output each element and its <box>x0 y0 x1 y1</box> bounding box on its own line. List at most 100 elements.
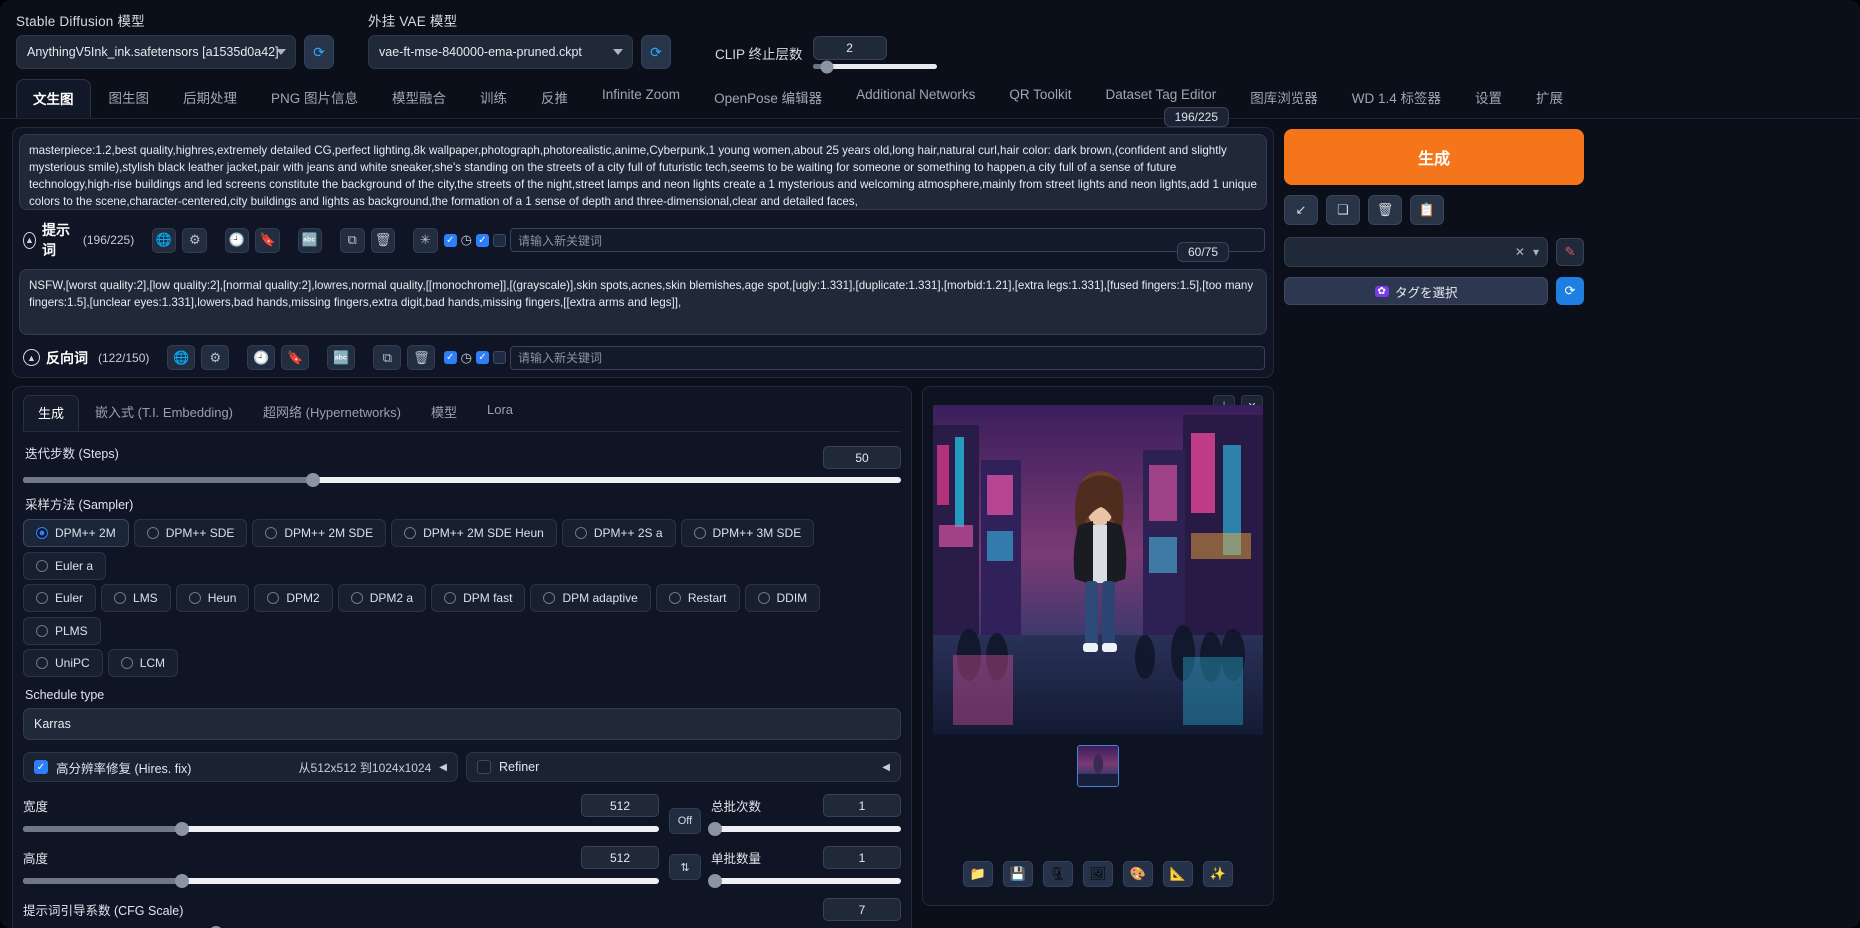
refiner-accordion[interactable]: Refiner ◀ <box>466 752 901 782</box>
hires-fix-accordion[interactable]: ✓ 高分辨率修复 (Hires. fix) 从512x512 到1024x102… <box>23 752 458 782</box>
batch-count-slider[interactable] <box>707 822 901 836</box>
sampler-unipc[interactable]: UniPC <box>23 649 103 677</box>
sampler-dpm2-a[interactable]: DPM2 a <box>337 584 427 612</box>
chevron-left-icon[interactable]: ◀ <box>439 762 447 773</box>
sampler-plms[interactable]: PLMS <box>23 617 101 645</box>
sampler-dpmpp-2s-a[interactable]: DPM++ 2S a <box>561 519 676 547</box>
subtab-embeddings[interactable]: 嵌入式 (T.I. Embedding) <box>81 395 247 431</box>
refiner-checkbox[interactable] <box>477 760 491 774</box>
copy-icon[interactable]: ⧉ <box>373 345 402 370</box>
trash-icon[interactable]: 🗑 <box>1368 195 1402 225</box>
clipboard-icon[interactable]: 📋 <box>1410 195 1444 225</box>
batch-count-value[interactable]: 1 <box>823 794 901 817</box>
tab-extras[interactable]: 后期处理 <box>167 79 253 118</box>
keyword-checkbox-1[interactable]: ✓ <box>443 233 457 247</box>
arrow-diagonal-icon[interactable]: ↙ <box>1284 195 1318 225</box>
negative-prompt-title-group[interactable]: ▲ 反向词 (122/150) <box>23 348 149 368</box>
globe-icon[interactable]: 🌐 <box>167 345 196 370</box>
tab-img2img[interactable]: 图生图 <box>93 79 166 118</box>
sampler-restart[interactable]: Restart <box>655 584 740 612</box>
square-icon[interactable]: ❑ <box>1326 195 1360 225</box>
tab-train[interactable]: 训练 <box>464 79 523 118</box>
vae-refresh-button[interactable]: ⟳ <box>641 35 671 69</box>
clear-x-icon[interactable]: ✕ <box>1515 245 1525 259</box>
copy-icon[interactable]: ⧉ <box>339 227 365 253</box>
tab-png-info[interactable]: PNG 图片信息 <box>255 79 374 118</box>
positive-keyword-input[interactable]: 请输入新关键词 <box>510 228 1265 252</box>
keyword-checkbox-3[interactable] <box>493 233 506 247</box>
negative-prompt-input[interactable] <box>19 269 1267 335</box>
batch-size-value[interactable]: 1 <box>823 846 901 869</box>
styles-select[interactable]: ✕ ▾ <box>1284 237 1548 267</box>
sampler-heun[interactable]: Heun <box>175 584 250 612</box>
width-slider[interactable] <box>23 822 659 836</box>
generate-button[interactable]: 生成 <box>1284 129 1584 185</box>
sampler-dpmpp-2m[interactable]: DPM++ 2M <box>23 519 129 547</box>
sampler-dpm-fast[interactable]: DPM fast <box>431 584 526 612</box>
sampler-euler[interactable]: Euler <box>23 584 97 612</box>
clip-skip-slider[interactable] <box>812 60 937 73</box>
tab-openpose-editor[interactable]: OpenPose 编辑器 <box>698 79 838 118</box>
history-icon[interactable]: 🕘 <box>247 345 276 370</box>
sd-model-refresh-button[interactable]: ⟳ <box>304 35 334 69</box>
steps-slider[interactable] <box>23 473 901 487</box>
tab-additional-networks[interactable]: Additional Networks <box>840 79 991 118</box>
tab-image-browser[interactable]: 图库浏览器 <box>1234 79 1334 118</box>
sampler-lms[interactable]: LMS <box>101 584 171 612</box>
sampler-dpm2[interactable]: DPM2 <box>254 584 333 612</box>
sampler-dpmpp-2m-sde[interactable]: DPM++ 2M SDE <box>252 519 387 547</box>
tab-extensions[interactable]: 扩展 <box>1520 79 1579 118</box>
keyword-checkbox-1[interactable]: ✓ <box>443 351 457 364</box>
cfg-scale-value[interactable]: 7 <box>823 898 901 921</box>
sampler-dpmpp-2m-sde-heun[interactable]: DPM++ 2M SDE Heun <box>391 519 557 547</box>
translate-icon[interactable]: 🔤 <box>327 345 356 370</box>
keyword-checkbox-2[interactable]: ✓ <box>476 233 489 247</box>
hires-fix-checkbox[interactable]: ✓ <box>34 760 48 774</box>
swap-dimensions-button[interactable]: ⇅ <box>669 854 701 880</box>
to-img2img-icon[interactable]: 🖼 <box>1083 861 1113 887</box>
positive-prompt-input[interactable] <box>19 134 1267 210</box>
sampler-dpm-adaptive[interactable]: DPM adaptive <box>530 584 651 612</box>
vae-model-select[interactable]: vae-ft-mse-840000-ema-pruned.ckpt <box>368 35 633 69</box>
sampler-ddim[interactable]: DDIM <box>744 584 821 612</box>
width-value[interactable]: 512 <box>581 794 659 817</box>
subtab-lora[interactable]: Lora <box>473 395 527 431</box>
sampler-lcm[interactable]: LCM <box>107 649 179 677</box>
gear-icon[interactable]: ⚙ <box>201 345 230 370</box>
openai-icon[interactable]: ✳ <box>412 227 438 253</box>
sd-model-select[interactable]: AnythingV5Ink_ink.safetensors [a1535d0a4… <box>16 35 296 69</box>
tab-checkpoint-merger[interactable]: 模型融合 <box>376 79 462 118</box>
generated-image[interactable] <box>933 405 1263 735</box>
sampler-dpmpp-sde[interactable]: DPM++ SDE <box>133 519 248 547</box>
schedule-type-select[interactable]: Karras <box>23 708 901 740</box>
gear-icon[interactable]: ⚙ <box>182 227 208 253</box>
save-icon[interactable]: 💾 <box>1003 861 1033 887</box>
translate-icon[interactable]: 🔤 <box>297 227 323 253</box>
tab-txt2img[interactable]: 文生图 <box>16 79 91 118</box>
subtab-generate[interactable]: 生成 <box>23 395 80 431</box>
gallery-thumbnail[interactable] <box>1077 745 1119 787</box>
clip-skip-value[interactable]: 2 <box>812 36 887 60</box>
history-icon[interactable]: 🕘 <box>224 227 250 253</box>
sparkle-icon[interactable]: ✨ <box>1203 861 1233 887</box>
batch-size-slider[interactable] <box>707 874 901 888</box>
tab-wd-tagger[interactable]: WD 1.4 标签器 <box>1336 79 1457 118</box>
steps-value[interactable]: 50 <box>823 446 901 469</box>
clock-icon[interactable]: ◷ <box>461 232 472 248</box>
tag-refresh-button[interactable]: ⟳ <box>1556 277 1584 305</box>
clock-icon[interactable]: ◷ <box>461 350 472 366</box>
to-inpaint-icon[interactable]: 🎨 <box>1123 861 1153 887</box>
chevron-left-icon[interactable]: ◀ <box>882 762 890 773</box>
tag-select-button[interactable]: ✿ タグを選択 <box>1284 277 1548 305</box>
positive-prompt-title-group[interactable]: ▲ 提示词 (196/225) <box>23 220 134 260</box>
zip-icon[interactable]: 🗜 <box>1043 861 1073 887</box>
height-value[interactable]: 512 <box>581 846 659 869</box>
bookmark-icon[interactable]: 🔖 <box>281 345 310 370</box>
pen-icon[interactable]: ✎ <box>1556 238 1584 266</box>
tab-infinite-zoom[interactable]: Infinite Zoom <box>586 79 696 118</box>
trash-icon[interactable]: 🗑 <box>370 227 396 253</box>
aspect-off-button[interactable]: Off <box>669 808 701 834</box>
to-extras-icon[interactable]: 📐 <box>1163 861 1193 887</box>
keyword-checkbox-2[interactable]: ✓ <box>476 351 489 364</box>
tab-settings[interactable]: 设置 <box>1459 79 1518 118</box>
